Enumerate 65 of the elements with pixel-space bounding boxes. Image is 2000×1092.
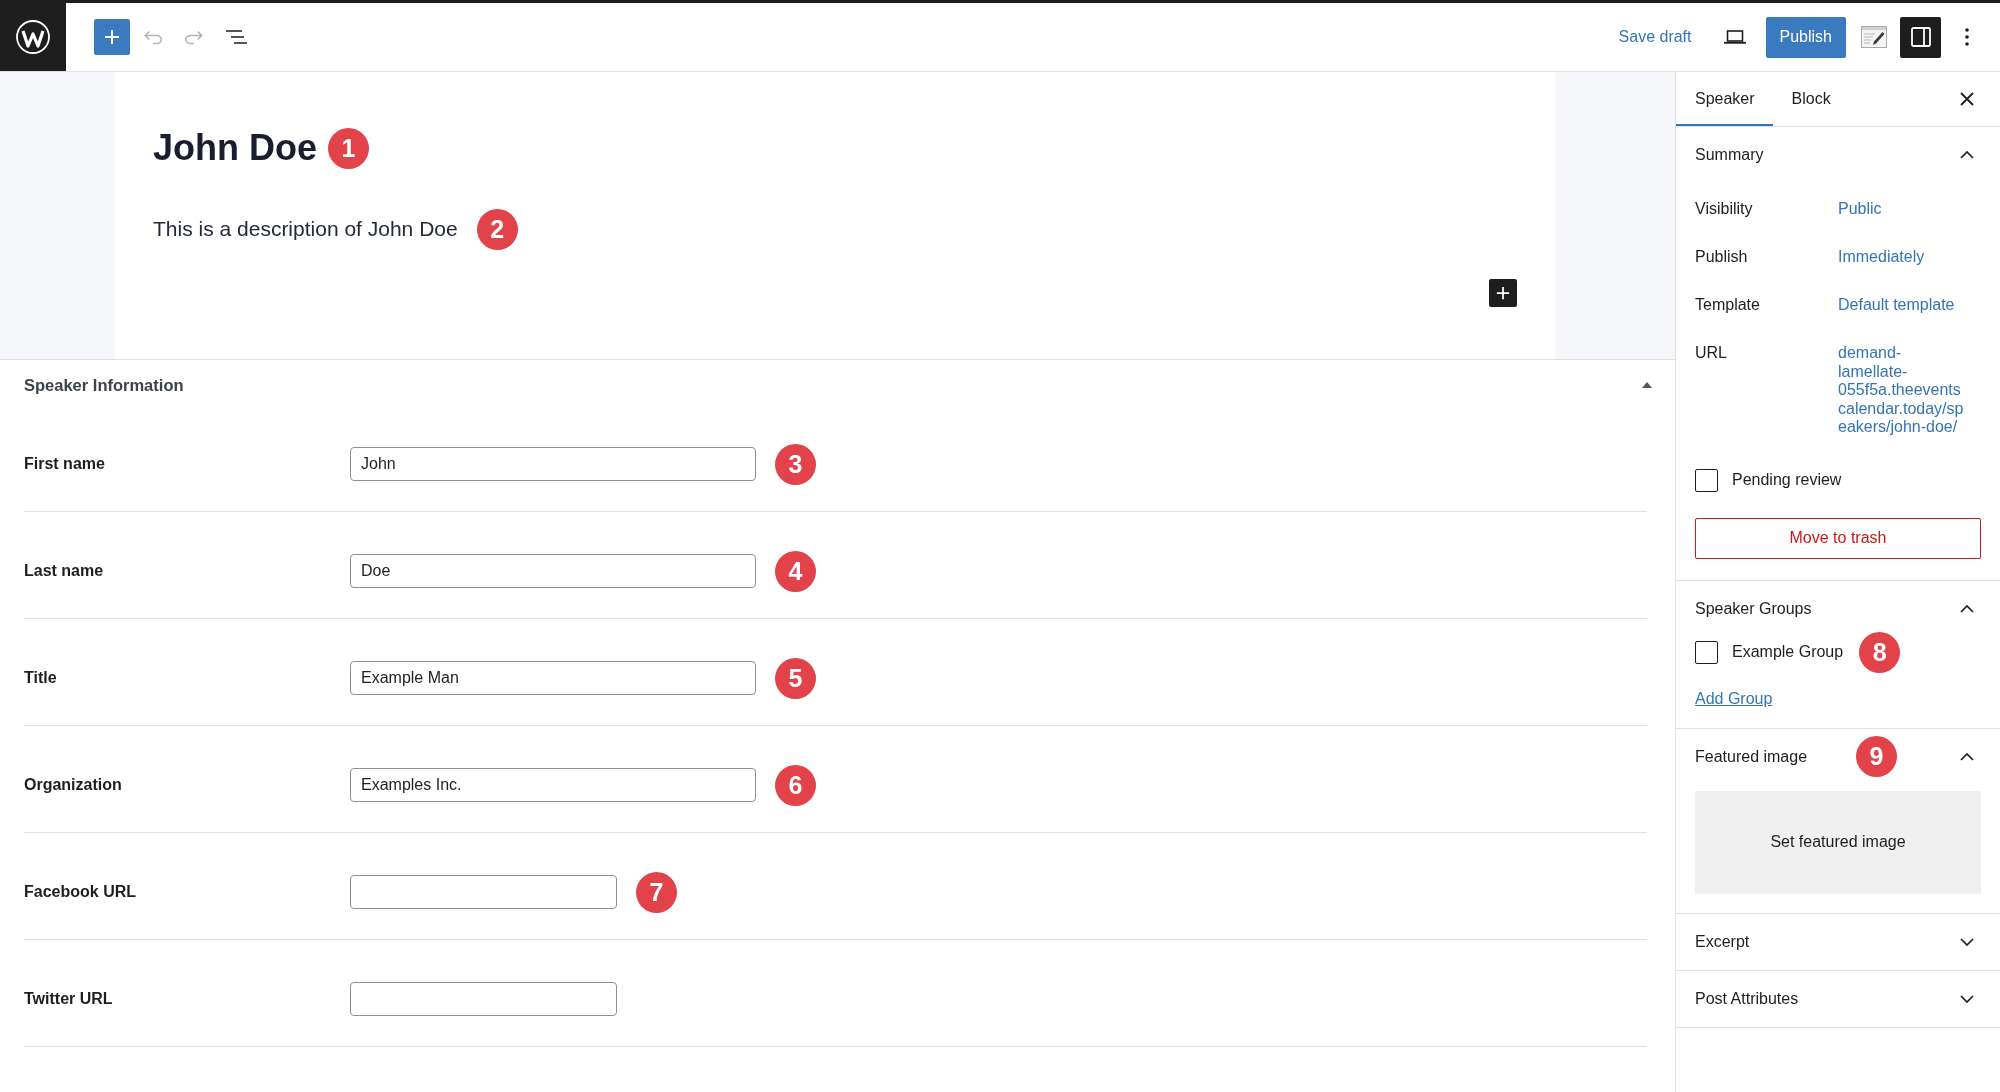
chevron-up-icon[interactable] xyxy=(1960,604,1974,613)
add-group-link[interactable]: Add Group xyxy=(1695,688,1773,709)
callout-number: 9 xyxy=(1856,736,1898,777)
panel-title[interactable]: Post Attributes xyxy=(1695,988,1799,1009)
checkbox[interactable] xyxy=(1695,640,1718,664)
more-vertical-icon[interactable] xyxy=(1965,28,1969,46)
text-input[interactable]: Examples Inc. xyxy=(350,768,756,802)
callout-number: 5 xyxy=(775,657,816,699)
field-label: First name xyxy=(24,454,106,474)
document-pencil-icon[interactable] xyxy=(1861,26,1887,48)
setting-value-link[interactable]: Public xyxy=(1838,199,1967,219)
sidebar-panel-icon xyxy=(1910,27,1931,47)
setting-label: Template xyxy=(1695,295,1761,315)
chevron-up-icon[interactable] xyxy=(1960,151,1974,159)
sidebar-tab[interactable]: Block xyxy=(1772,72,1849,126)
sidebar-toggle-button[interactable] xyxy=(1900,16,1941,58)
publish-button[interactable]: Publish xyxy=(1765,16,1846,58)
field-label: Last name xyxy=(24,561,105,581)
field-label: Organization xyxy=(24,775,123,795)
text-input[interactable]: Doe xyxy=(350,554,756,588)
setting-label: URL xyxy=(1695,343,1728,363)
callout-number: 3 xyxy=(775,443,816,485)
logo-button[interactable] xyxy=(0,3,66,71)
plus-icon xyxy=(1496,286,1510,300)
checkbox-label: Example Group xyxy=(1732,642,1844,662)
callout-number: 1 xyxy=(328,127,369,169)
setting-label: Visibility xyxy=(1695,199,1754,219)
chevron-down-icon[interactable] xyxy=(1960,937,1974,946)
save-draft-button[interactable]: Save draft xyxy=(1610,19,1700,55)
chevron-up-icon[interactable] xyxy=(1960,752,1974,761)
set-featured-image-button[interactable]: Set featured image xyxy=(1695,790,1981,894)
paragraph-block[interactable]: This is a description of John Doe xyxy=(153,214,458,244)
callout-number: 4 xyxy=(775,550,816,592)
move-to-trash-button[interactable]: Move to trash xyxy=(1695,517,1981,559)
url-input[interactable] xyxy=(350,875,617,909)
list-view-icon[interactable] xyxy=(225,30,247,44)
url-input[interactable] xyxy=(350,982,617,1016)
callout-number: 8 xyxy=(1859,631,1901,673)
text-input[interactable]: John xyxy=(350,447,756,481)
plus-icon xyxy=(104,29,120,45)
collapse-triangle-icon[interactable] xyxy=(1642,382,1652,388)
panel-title[interactable]: Featured image xyxy=(1695,746,1808,767)
callout-number: 2 xyxy=(476,208,518,250)
setting-value-link[interactable]: Default template xyxy=(1838,295,1967,315)
post-title[interactable]: John Doe xyxy=(153,125,317,171)
section-heading: Speaker Information xyxy=(24,375,184,395)
setting-value-link[interactable]: Immediately xyxy=(1838,247,1967,267)
checkbox-label: Pending review xyxy=(1732,470,1842,490)
field-label: Twitter URL xyxy=(24,989,114,1009)
chevron-down-icon[interactable] xyxy=(1960,994,1974,1003)
callout-number: 7 xyxy=(636,871,677,913)
callout-number: 6 xyxy=(775,764,816,806)
panel-title[interactable]: Speaker Groups xyxy=(1695,598,1812,619)
laptop-icon[interactable] xyxy=(1723,30,1746,44)
setting-value-link[interactable]: demand-lamellate-055f5a.theeventscalendar.today/speakers/john-doe/ xyxy=(1838,343,1967,437)
checkbox[interactable] xyxy=(1695,468,1718,492)
close-icon[interactable] xyxy=(1960,92,1974,106)
text-input[interactable]: Example Man xyxy=(350,661,756,695)
field-label: Title xyxy=(24,668,58,688)
setting-label: Publish xyxy=(1695,247,1749,267)
field-label: Facebook URL xyxy=(24,882,137,902)
sidebar-tab[interactable]: Speaker xyxy=(1676,72,1773,126)
logo-icon xyxy=(16,20,50,54)
panel-title[interactable]: Summary xyxy=(1695,145,1764,165)
add-block-button[interactable] xyxy=(1489,279,1517,307)
